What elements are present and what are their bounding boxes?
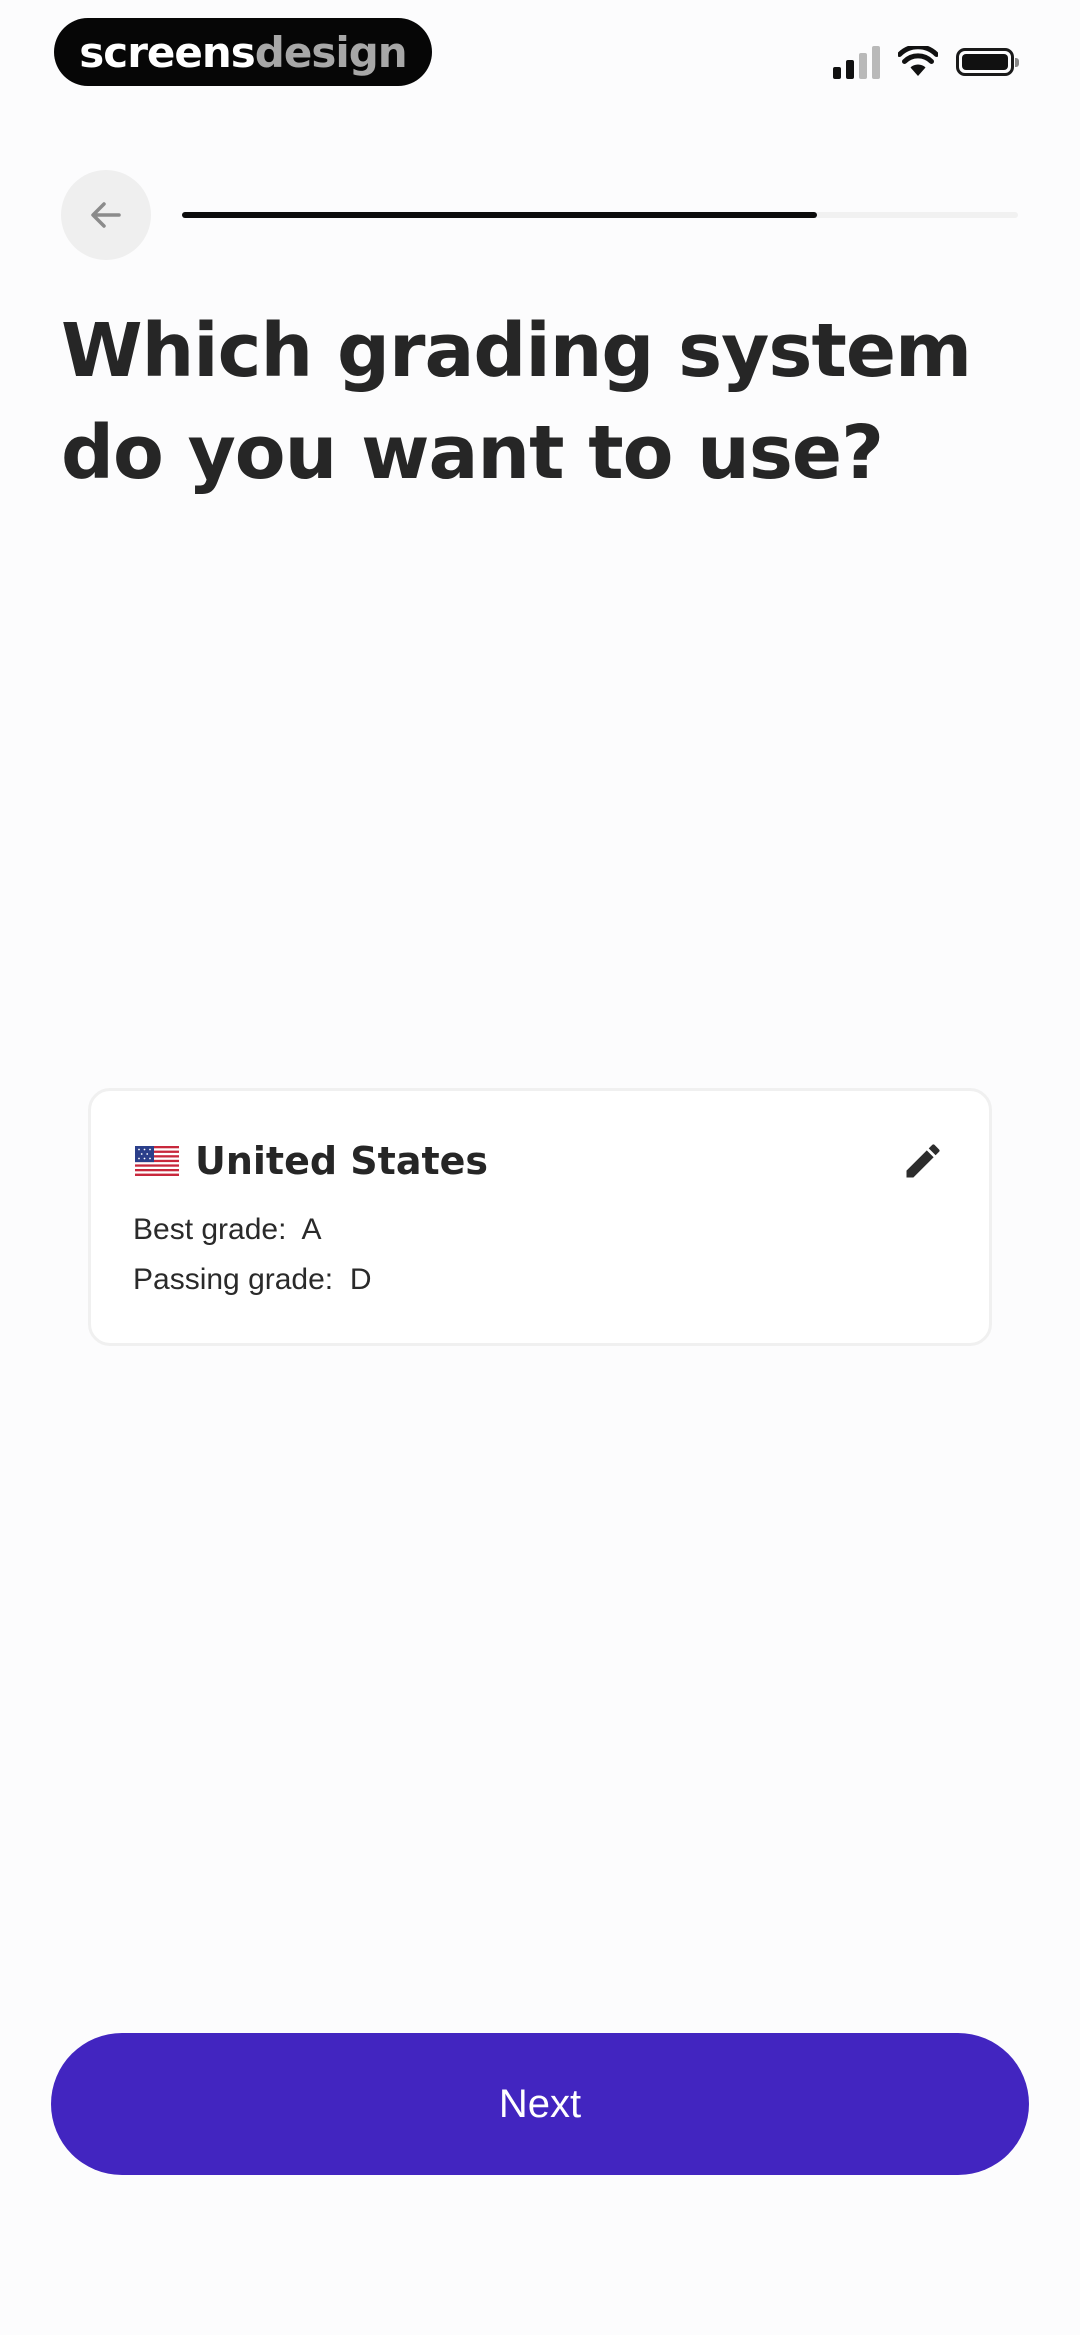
- progress-bar-fill: [182, 212, 818, 218]
- onboarding-progress-bar: [182, 212, 1018, 218]
- passing-grade-label: Passing grade:: [133, 1263, 334, 1296]
- brand-logo-design: design: [254, 27, 408, 77]
- passing-grade-row: Passing grade: D: [133, 1263, 371, 1297]
- edit-grading-system-button[interactable]: [897, 1135, 949, 1187]
- system-icons: [833, 40, 1019, 84]
- page-title: Which grading system do you want to use?: [61, 308, 972, 496]
- battery-icon: [956, 48, 1019, 76]
- pencil-icon: [906, 1144, 940, 1178]
- back-button[interactable]: [61, 170, 151, 260]
- arrow-left-icon: [91, 202, 121, 228]
- best-grade-value: A: [301, 1213, 322, 1246]
- us-flag-icon: [135, 1146, 179, 1176]
- brand-logo: screens design: [54, 18, 432, 86]
- country-name: United States: [195, 1139, 489, 1183]
- brand-logo-screens: screens: [79, 27, 255, 77]
- wifi-icon: [898, 46, 938, 76]
- cellular-signal-icon: [833, 45, 880, 79]
- next-button[interactable]: Next: [51, 2033, 1029, 2175]
- grading-system-card[interactable]: United States Best grade: A Passing grad…: [88, 1088, 992, 1346]
- best-grade-row: Best grade: A: [133, 1213, 321, 1247]
- status-bar: screens design: [0, 0, 1080, 110]
- passing-grade-value: D: [349, 1263, 372, 1296]
- best-grade-label: Best grade:: [133, 1213, 287, 1246]
- card-header: United States: [135, 1139, 488, 1183]
